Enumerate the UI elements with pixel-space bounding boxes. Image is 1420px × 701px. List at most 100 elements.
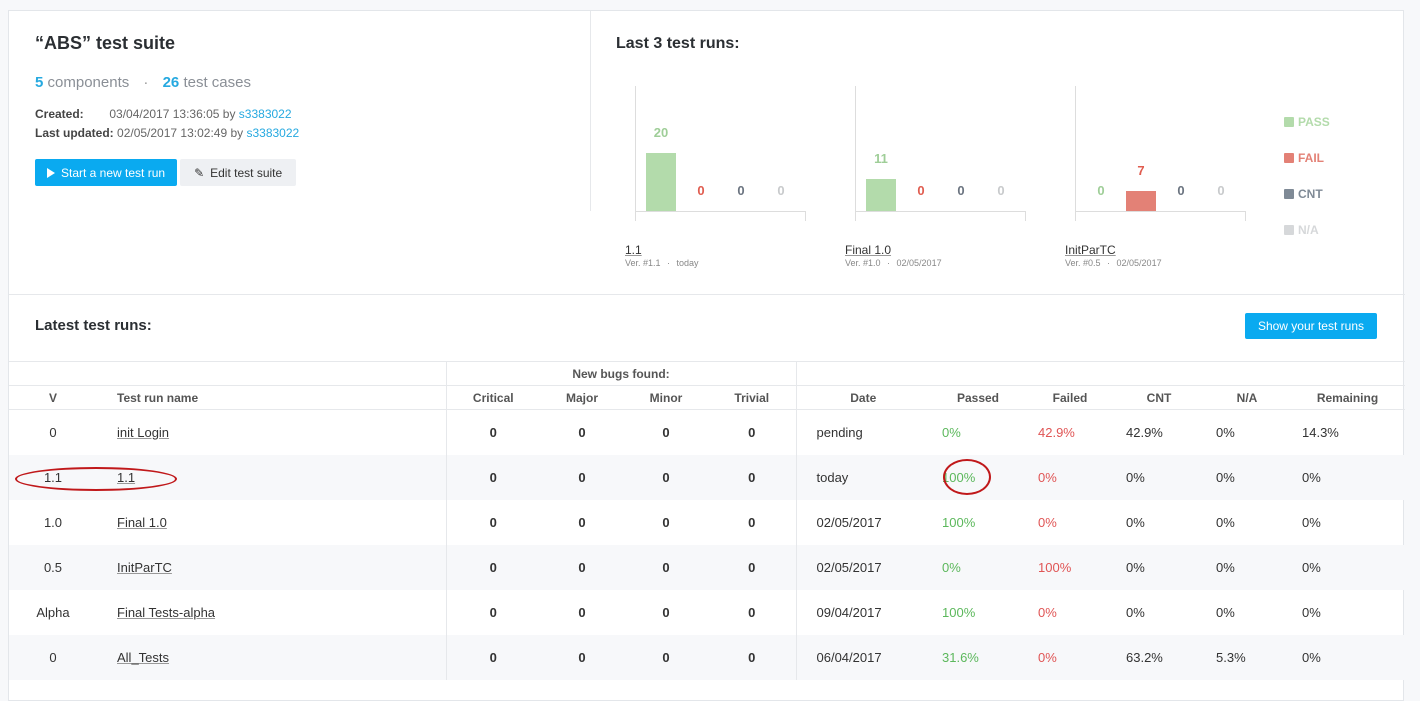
chart-run-name-link[interactable]: 1.1 bbox=[625, 243, 642, 257]
cell-value: 0 bbox=[748, 469, 756, 485]
cell-value: 0% bbox=[1302, 649, 1321, 665]
cell-value: 0% bbox=[1216, 604, 1235, 620]
table-cell: 0% bbox=[1026, 634, 1114, 680]
table-cell: 0 bbox=[445, 544, 540, 590]
bar-value-label: 7 bbox=[1137, 162, 1145, 178]
table-cell: 0% bbox=[1026, 454, 1114, 500]
table-cell: 0% bbox=[1114, 454, 1204, 500]
created-value: 03/04/2017 13:36:05 by bbox=[109, 107, 239, 121]
axis-tick bbox=[1025, 211, 1026, 221]
table-cell: 0 bbox=[540, 544, 624, 590]
test-run-name-link[interactable]: init Login bbox=[117, 425, 169, 440]
chart-legend: PASS FAIL CNT N/A bbox=[1284, 104, 1330, 248]
table-cell: 0 bbox=[624, 634, 708, 680]
table-cell: 42.9% bbox=[1026, 410, 1114, 455]
test-run-name-link[interactable]: Final 1.0 bbox=[117, 515, 167, 530]
cell-value: 0 bbox=[578, 649, 586, 665]
cell-value: 0% bbox=[1216, 424, 1235, 440]
cell-value: 63.2% bbox=[1126, 649, 1163, 665]
cell-value: 0 bbox=[489, 424, 497, 440]
table-row: Alpha Final Tests-alpha 0 0 0 0 09/04/2017 100%… bbox=[9, 589, 1405, 635]
table-cell: 5.3% bbox=[1204, 634, 1290, 680]
table-cell: init Login bbox=[97, 410, 446, 455]
table-cell: 0 bbox=[445, 499, 540, 545]
cell-value: 0 bbox=[662, 424, 670, 440]
testcases-count: 26 bbox=[162, 74, 180, 91]
axis-tick bbox=[1245, 211, 1246, 221]
table-row: 0 All_Tests 0 0 0 0 06/04/2017 31.6% 0% 63.2% 5.3%… bbox=[9, 634, 1405, 680]
test-run-name-link[interactable]: Final Tests-alpha bbox=[117, 605, 215, 620]
bar-value-label: 0 bbox=[997, 183, 1005, 198]
chart-run-name-link[interactable]: InitParTC bbox=[1065, 243, 1116, 257]
cell-value: 0 bbox=[578, 559, 586, 575]
cell-value: 42.9% bbox=[1038, 424, 1075, 440]
table-cell: 0 bbox=[624, 454, 708, 500]
test-run-name-link[interactable]: All_Tests bbox=[117, 650, 169, 665]
table-cell: 0 bbox=[708, 410, 796, 455]
cell-value: 0 bbox=[489, 604, 497, 620]
table-cell: 0% bbox=[1290, 590, 1405, 635]
table-cell: pending bbox=[795, 409, 930, 455]
legend-label: N/A bbox=[1298, 223, 1319, 237]
suite-info: “ABS” test suite 5 components · 26 test … bbox=[35, 33, 590, 186]
table-cell: 14.3% bbox=[1290, 410, 1405, 455]
cell-value: 0% bbox=[1038, 469, 1057, 485]
cell-value: 0% bbox=[1126, 514, 1145, 530]
cell-value: 0 bbox=[578, 424, 586, 440]
bar-value-label: 0 bbox=[697, 183, 705, 198]
cell-value: 0 bbox=[489, 559, 497, 575]
edit-test-suite-label: Edit test suite bbox=[210, 165, 283, 180]
cell-value: 31.6% bbox=[942, 649, 979, 665]
cell-value: 0% bbox=[942, 559, 961, 575]
column-header: Critical bbox=[445, 385, 540, 410]
chart-run-subtitle: Ver. #1.1 · today bbox=[625, 258, 699, 268]
vertical-divider bbox=[590, 11, 591, 211]
table-cell: 0% bbox=[1290, 544, 1405, 590]
testcases-label: test cases bbox=[183, 74, 251, 91]
updated-value: 02/05/2017 13:02:49 by bbox=[117, 126, 247, 140]
table-cell: 0% bbox=[930, 410, 1026, 455]
bar-fail bbox=[1126, 190, 1156, 211]
table-cell: All_Tests bbox=[97, 634, 446, 680]
edit-test-suite-button[interactable]: ✎ Edit test suite bbox=[180, 159, 297, 186]
play-icon bbox=[47, 167, 55, 178]
cell-value: 5.3% bbox=[1216, 649, 1246, 665]
cell-value: 0 bbox=[662, 604, 670, 620]
chart-run-version: Ver. #1.0 bbox=[845, 258, 881, 268]
cell-value: pending bbox=[816, 424, 863, 440]
pencil-icon: ✎ bbox=[194, 165, 205, 180]
cell-value: 0 bbox=[49, 649, 57, 665]
column-header: Minor bbox=[624, 385, 708, 410]
table-cell: 63.2% bbox=[1114, 634, 1204, 680]
start-test-run-button[interactable]: Start a new test run bbox=[35, 159, 178, 186]
updated-user-link[interactable]: s3383022 bbox=[246, 126, 299, 140]
cell-value: 1.1 bbox=[43, 469, 63, 485]
column-header: Remaining bbox=[1290, 385, 1405, 410]
table-cell: 0 bbox=[540, 590, 624, 635]
table-cell: 100% bbox=[1026, 544, 1114, 590]
cell-value: 0 bbox=[578, 604, 586, 620]
table-cell: 1.1 bbox=[9, 454, 97, 500]
cell-value: 0% bbox=[1302, 469, 1321, 485]
column-header: Test run name bbox=[97, 385, 446, 410]
cell-value: 0 bbox=[489, 514, 497, 530]
table-cell: 02/05/2017 bbox=[795, 544, 930, 590]
cell-value: 14.3% bbox=[1302, 424, 1339, 440]
cell-value: Alpha bbox=[36, 604, 70, 620]
table-cell: 0.5 bbox=[9, 544, 97, 590]
table-cell: 0 bbox=[540, 634, 624, 680]
table-cell: 0 bbox=[624, 500, 708, 545]
table-cell: 1.0 bbox=[9, 500, 97, 545]
test-suite-card: “ABS” test suite 5 components · 26 test … bbox=[8, 10, 1405, 701]
table-cell: 0 bbox=[445, 409, 540, 455]
created-label: Created: bbox=[35, 107, 84, 121]
cell-value: 0 bbox=[662, 469, 670, 485]
test-run-name-link[interactable]: InitParTC bbox=[117, 560, 172, 575]
column-header: Major bbox=[540, 385, 624, 410]
chart-run-name-link[interactable]: Final 1.0 bbox=[845, 243, 891, 257]
cell-value: 42.9% bbox=[1126, 424, 1163, 440]
created-user-link[interactable]: s3383022 bbox=[239, 107, 292, 121]
show-test-runs-button[interactable]: Show your test runs bbox=[1244, 313, 1377, 339]
mini-chart: 20 0 0 0 bbox=[625, 86, 806, 221]
test-run-name-link[interactable]: 1.1 bbox=[117, 470, 135, 485]
